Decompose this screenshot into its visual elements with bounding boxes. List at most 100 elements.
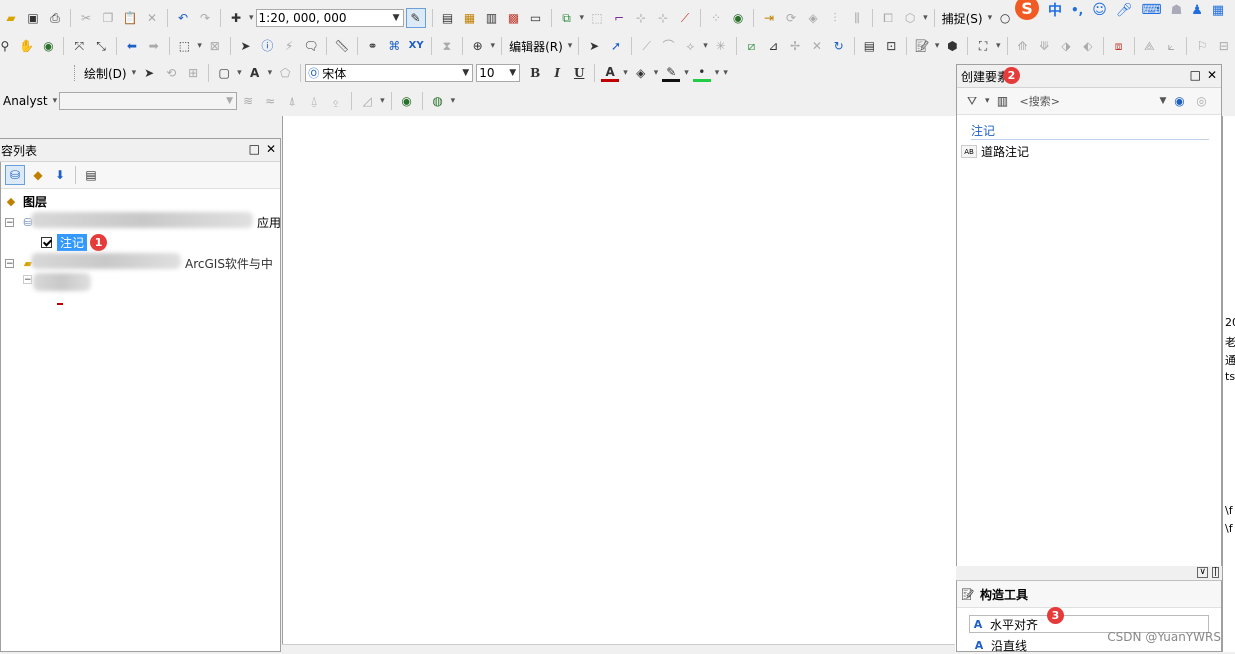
arcscene-icon[interactable]: ◍ (429, 92, 447, 110)
forward-arrow-icon[interactable]: ➡ (145, 37, 163, 55)
fixed-zoom-out-icon[interactable]: ⤡ (92, 37, 110, 55)
topology-validate-icon[interactable]: ⟱ (1035, 37, 1053, 55)
overflow-icon[interactable]: ▾ (935, 41, 940, 51)
topology-error-icon[interactable]: ⬗ (1057, 37, 1075, 55)
topology-map-icon[interactable]: ⬖ (1079, 37, 1097, 55)
draw-menu[interactable]: 绘制(D) (84, 65, 127, 82)
arctoolbox-icon[interactable]: ▥ (483, 9, 501, 27)
viewer-window-icon[interactable]: ⊕ (469, 37, 487, 55)
full-extent-icon[interactable]: ◉ (40, 37, 58, 55)
editor-menu[interactable]: 编辑器(R) (509, 38, 563, 55)
snap-circle-icon[interactable]: ○ (996, 9, 1014, 27)
map-scale-combo[interactable]: 1:20, 000, 000 ▼ (255, 9, 404, 27)
redo-icon[interactable]: ↷ (196, 9, 214, 27)
select-elements-icon[interactable]: ➤ (237, 37, 255, 55)
zoom-icon[interactable]: ⚲ (0, 37, 14, 55)
font-size-combo[interactable]: 10 ▼ (476, 64, 521, 82)
point-icon[interactable]: ✳ (712, 37, 730, 55)
select-features-icon[interactable]: ⬚ (176, 37, 194, 55)
toc-layer-label[interactable]: 注记 (57, 234, 88, 251)
measure-icon[interactable]: 📏︎ (333, 37, 351, 55)
find-route-icon[interactable]: ⌘ (385, 37, 403, 55)
rotate-tool-icon[interactable]: ↻ (830, 37, 848, 55)
user-icon[interactable]: ☗ (1171, 3, 1183, 18)
editor-toolbar-icon[interactable]: ✎ (405, 8, 426, 28)
paste-icon[interactable]: 📋 (121, 9, 139, 27)
time-slider-icon[interactable]: ⧗ (438, 37, 456, 55)
analyst-tool4-icon[interactable]: ⍙ (305, 92, 323, 110)
overflow-icon[interactable]: ▾ (723, 68, 728, 78)
analyst-tool3-icon[interactable]: ⍋ (283, 92, 301, 110)
line-color-icon[interactable]: ✎ (662, 65, 681, 82)
bold-button[interactable]: B (526, 64, 544, 82)
font-family-combo[interactable]: Ⓞ 宋体 ▼ (305, 64, 474, 82)
arcglobe-icon[interactable]: ◉ (398, 92, 416, 110)
fill-color-icon[interactable]: ◈ (632, 64, 650, 82)
chevron-down-icon[interactable]: ▾ (654, 68, 659, 78)
edit-tool-icon[interactable]: ➤ (585, 37, 603, 55)
ime-mode-toggle[interactable]: 中 (1048, 0, 1062, 20)
tool-along-line[interactable]: A 沿直线 (971, 637, 1027, 654)
chevron-down-icon[interactable]: ▾ (249, 13, 254, 23)
collapse-icon[interactable]: − (5, 258, 14, 268)
layer-visibility-checkbox[interactable] (41, 237, 52, 248)
collapse-pane-icon[interactable]: ∨ (1197, 567, 1208, 578)
topology-rule-icon[interactable]: ⧈ (1110, 37, 1128, 55)
snapping-menu[interactable]: 捕捉(S) (942, 10, 983, 27)
profile-graph-icon[interactable]: ◿ (358, 92, 376, 110)
grid-menu-icon[interactable]: ▦ (1212, 3, 1224, 18)
clear-search-icon[interactable]: ◎ (1192, 92, 1210, 110)
chevron-down-icon[interactable]: ▾ (623, 68, 628, 78)
list-by-visibility-icon[interactable]: ⬇ (51, 166, 69, 184)
list-by-drawing-order-icon[interactable]: ⛁ (5, 165, 25, 185)
topology-icon[interactable]: ⬚ (588, 9, 606, 27)
clear-selection-icon[interactable]: ⊠ (206, 37, 224, 55)
snap-edge-icon[interactable]: ⟋ (676, 9, 694, 27)
analyst-menu[interactable]: Analyst (3, 94, 48, 108)
fixed-zoom-in-icon[interactable]: ⤧ (70, 37, 88, 55)
trace-icon[interactable]: ⟡ (681, 37, 699, 55)
toc-group2-child[interactable]: − (23, 273, 91, 291)
back-arrow-icon[interactable]: ⬅ (123, 37, 141, 55)
python-icon[interactable]: ▭ (527, 9, 545, 27)
chevron-down-icon[interactable]: ▼ (1160, 96, 1167, 106)
georef-icon[interactable]: ⇥ (760, 9, 778, 27)
overflow-icon[interactable]: ▾ (580, 13, 585, 23)
topology-edit-icon[interactable]: ⟰ (1014, 37, 1032, 55)
cut-polygons-icon[interactable]: ✢ (786, 37, 804, 55)
edit-annotation-icon[interactable]: ➚ (607, 37, 625, 55)
print-icon[interactable]: ⎙ (46, 9, 64, 27)
vertex-icon[interactable]: ⌐ (610, 9, 628, 27)
emoji-icon[interactable]: ☺ (1092, 2, 1107, 18)
align-icon[interactable]: ⫶ (826, 9, 844, 27)
goto-xy-icon[interactable]: XY (407, 37, 425, 55)
table-icon[interactable]: ▤ (439, 9, 457, 27)
chevron-down-icon[interactable]: ▾ (237, 68, 242, 78)
toc-layer-annotation[interactable]: 注记 1 (41, 234, 108, 251)
delete-icon[interactable]: ✕ (143, 9, 161, 27)
maximize-icon[interactable]: □ (1190, 68, 1201, 82)
font-color-button[interactable]: A (601, 65, 620, 82)
toc-group1[interactable]: − ⛁ 应用 (5, 212, 281, 230)
attributes-icon[interactable]: ▤ (861, 37, 879, 55)
spatial-adjust-icon[interactable]: ⟁ (1140, 37, 1158, 55)
ungroup-icon[interactable]: ⬡ (901, 9, 919, 27)
analyst-tool5-icon[interactable]: ⍚ (327, 92, 345, 110)
create-features-icon[interactable]: 📝︎ (913, 37, 931, 55)
open-icon[interactable]: ▰ (2, 9, 20, 27)
chevron-down-icon[interactable]: ▾ (715, 68, 720, 78)
options-icon[interactable]: ▤ (82, 166, 100, 184)
toolbox-icon[interactable]: ▩ (505, 9, 523, 27)
straight-segment-icon[interactable]: ⟋ (638, 37, 656, 55)
chevron-down-icon[interactable]: ▾ (988, 13, 993, 23)
rotate-icon[interactable]: ⟳ (782, 9, 800, 27)
pane-toggle-icon[interactable]: | (1211, 567, 1219, 578)
toc-root-layers[interactable]: ◆ 图层 (3, 193, 47, 210)
snap-end-icon[interactable]: ⊹ (654, 9, 672, 27)
endpoint-arc-icon[interactable]: ⌒ (660, 37, 678, 55)
toolbar-grip[interactable] (74, 65, 78, 81)
chevron-down-icon[interactable]: ▾ (684, 68, 689, 78)
package-icon[interactable]: ⬢ (943, 37, 961, 55)
snap-point-icon[interactable]: ⊹ (632, 9, 650, 27)
italic-button[interactable]: I (548, 64, 566, 82)
